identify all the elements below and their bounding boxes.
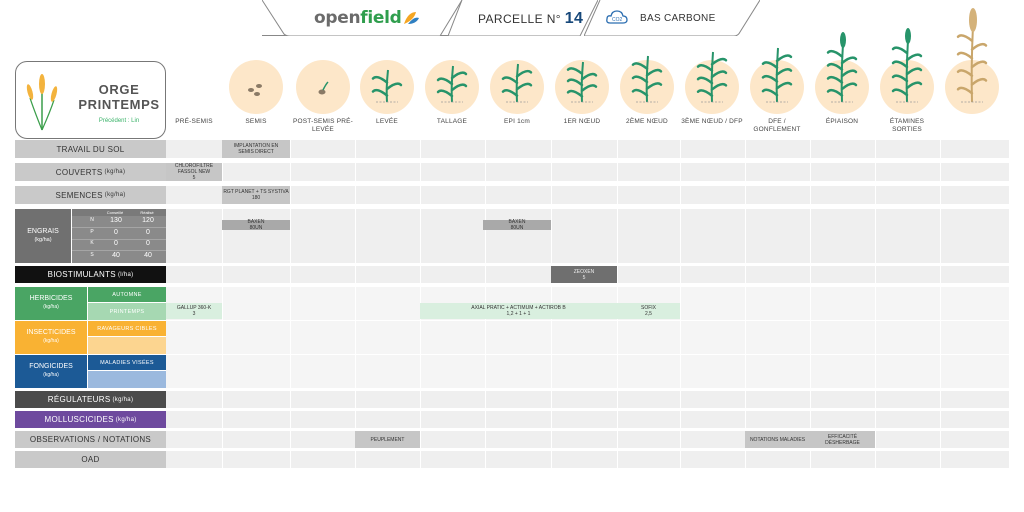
row-insecticides-bg <box>166 321 1009 354</box>
cat-insecticides: INSECTICIDES (kg/ha) <box>15 321 87 354</box>
engrais-el-1: P <box>90 228 94 235</box>
cell-engrais-epi1cm[interactable]: BAXEN 80UN <box>483 219 551 231</box>
cat-biostimulants: BIOSTIMULANTS (l/ha) <box>15 266 166 283</box>
ravageurs-cibles: RAVAGEURS CIBLES <box>88 321 166 336</box>
mature-plant-icon <box>956 8 988 103</box>
engrais-conseille-3: 40 <box>112 251 120 259</box>
stage-label-5: EPI 1cm <box>504 118 530 125</box>
cat-engrais: ENGRAIS (kg/ha) <box>15 209 71 263</box>
stage-label-11: ÉTAMINES SORTIES <box>889 118 925 133</box>
cat-herbicides: HERBICIDES (kg/ha) <box>15 287 87 320</box>
engrais-el-0: N <box>90 217 94 223</box>
grid-vline <box>875 140 876 470</box>
sprouting-seed-icon <box>318 81 329 95</box>
herb-printemps: PRINTEMPS <box>88 303 166 320</box>
stage-label-6: 1ER NŒUD <box>563 118 601 125</box>
engrais-table: Conseillé Réalisé N 130 120 P 0 0 K 0 0 S 40 40 <box>72 209 166 263</box>
cell-obs-peuplement[interactable]: PEUPLEMENT <box>355 431 420 448</box>
cat-oad: OAD <box>15 451 166 468</box>
engrais-realise-3: 40 <box>144 251 152 259</box>
cat-travail: TRAVAIL DU SOL <box>15 140 166 158</box>
stage-label-8: 3ÈME NŒUD / DFP <box>681 118 743 125</box>
crop-card: ORGE PRINTEMPS Précédent : Lin <box>15 61 166 139</box>
row-fongicides-bg <box>166 355 1009 388</box>
seeds-icon <box>248 84 262 96</box>
engrais-el-2: K <box>90 240 94 246</box>
engrais-el-3: S <box>90 251 94 258</box>
cell-obs-maladies[interactable]: NOTATIONS MALADIES <box>745 431 810 448</box>
herb-automne: AUTOMNE <box>88 287 166 302</box>
cell-herbicide-tallage[interactable]: AXIAL PRATIC + ACTIMUM + ACTIROB B 1,2 + … <box>420 303 617 319</box>
second-node-plant-icon <box>631 55 663 103</box>
ravageurs-cibles-value <box>88 337 166 354</box>
swelling-plant-icon <box>761 47 793 103</box>
engrais-realise-0: 120 <box>142 217 154 224</box>
stage-label-9: DFE / GONFLEMENT <box>753 118 801 133</box>
cell-herbicide-presemis[interactable]: GALLUP 360-K 3 <box>166 303 222 319</box>
first-node-plant-icon <box>566 61 598 103</box>
row-molluscicides-bg <box>166 411 1009 428</box>
row-regulateurs-bg <box>166 391 1009 408</box>
heading-plant-icon <box>826 32 858 103</box>
cell-herbicide-sofix[interactable]: SOFIX 2,5 <box>617 303 680 319</box>
cat-observations: OBSERVATIONS / NOTATIONS <box>15 431 166 448</box>
stage-label-2: POST-SEMIS PRÉ-LEVÉE <box>292 118 354 133</box>
grid-vline <box>745 140 746 470</box>
cat-semences: SEMENCES (kg/ha) <box>15 186 166 204</box>
cell-biostimulant-1ernoeud[interactable]: ZEOXEN 5 <box>551 266 617 283</box>
cell-couverts-presemis[interactable]: CHLOROFILTRE FASSOL NEW 5 <box>166 163 222 181</box>
cell-travail-semis[interactable]: IMPLANTATION EN SEMIS DIRECT <box>222 140 290 158</box>
cell-engrais-semis[interactable]: BAXEN 80UN <box>222 219 290 231</box>
grid-vline <box>680 140 681 470</box>
row-couverts-bg <box>166 163 1009 181</box>
row-semences-bg <box>166 186 1009 204</box>
engrais-conseille-2: 0 <box>114 240 118 247</box>
maladies-visees-value <box>88 371 166 388</box>
third-node-plant-icon <box>696 51 728 103</box>
cat-molluscicides: MOLLUSCICIDES (kg/ha) <box>15 411 166 428</box>
flowering-plant-icon <box>891 28 923 103</box>
header-realise: Réalisé <box>140 209 154 215</box>
cell-semences-semis[interactable]: RGT PLANET + TS SYSTIVA 180 <box>222 186 290 204</box>
stage-label-10: ÉPIAISON <box>825 118 859 125</box>
cat-regulateurs: RÉGULATEURS (kg/ha) <box>15 391 166 408</box>
cat-couverts: COUVERTS (kg/ha) <box>15 163 166 181</box>
ear-1cm-plant-icon <box>501 63 533 103</box>
stage-label-0: PRÉ-SEMIS <box>175 118 213 125</box>
engrais-realise-1: 0 <box>146 228 150 236</box>
grid-vline <box>290 140 291 470</box>
row-travail-bg <box>166 140 1009 158</box>
barley-icon <box>26 74 58 131</box>
seedling-icon <box>371 69 403 103</box>
row-engrais-bg <box>166 209 1009 263</box>
tillering-plant-icon <box>436 65 468 103</box>
cell-obs-efficacite[interactable]: EFFICACITÉ DÉSHERBAGE <box>810 431 875 448</box>
precedent-label: Précédent : Lin <box>98 118 140 124</box>
engrais-realise-2: 0 <box>146 240 150 247</box>
engrais-conseille-0: 130 <box>110 217 122 224</box>
stage-label-4: TALLAGE <box>436 118 468 125</box>
grid-vline <box>810 140 811 470</box>
svg-text:CO2: CO2 <box>612 17 623 23</box>
grid-vline <box>940 140 941 470</box>
cat-fongicides: FONGICIDES (kg/ha) <box>15 355 87 388</box>
row-oad-bg <box>166 451 1009 468</box>
header-conseille: Conseillé <box>106 209 124 215</box>
stage-label-7: 2ÈME NŒUD <box>626 118 668 125</box>
engrais-conseille-1: 0 <box>114 228 118 236</box>
stage-label-3: LEVÉE <box>376 118 398 125</box>
grid-vline <box>355 140 356 470</box>
row-observations-bg <box>166 431 1009 448</box>
stage-label-1: SEMIS <box>245 118 267 125</box>
maladies-visees: MALADIES VISÉES <box>88 355 166 370</box>
crop-name: ORGE PRINTEMPS <box>78 82 160 112</box>
